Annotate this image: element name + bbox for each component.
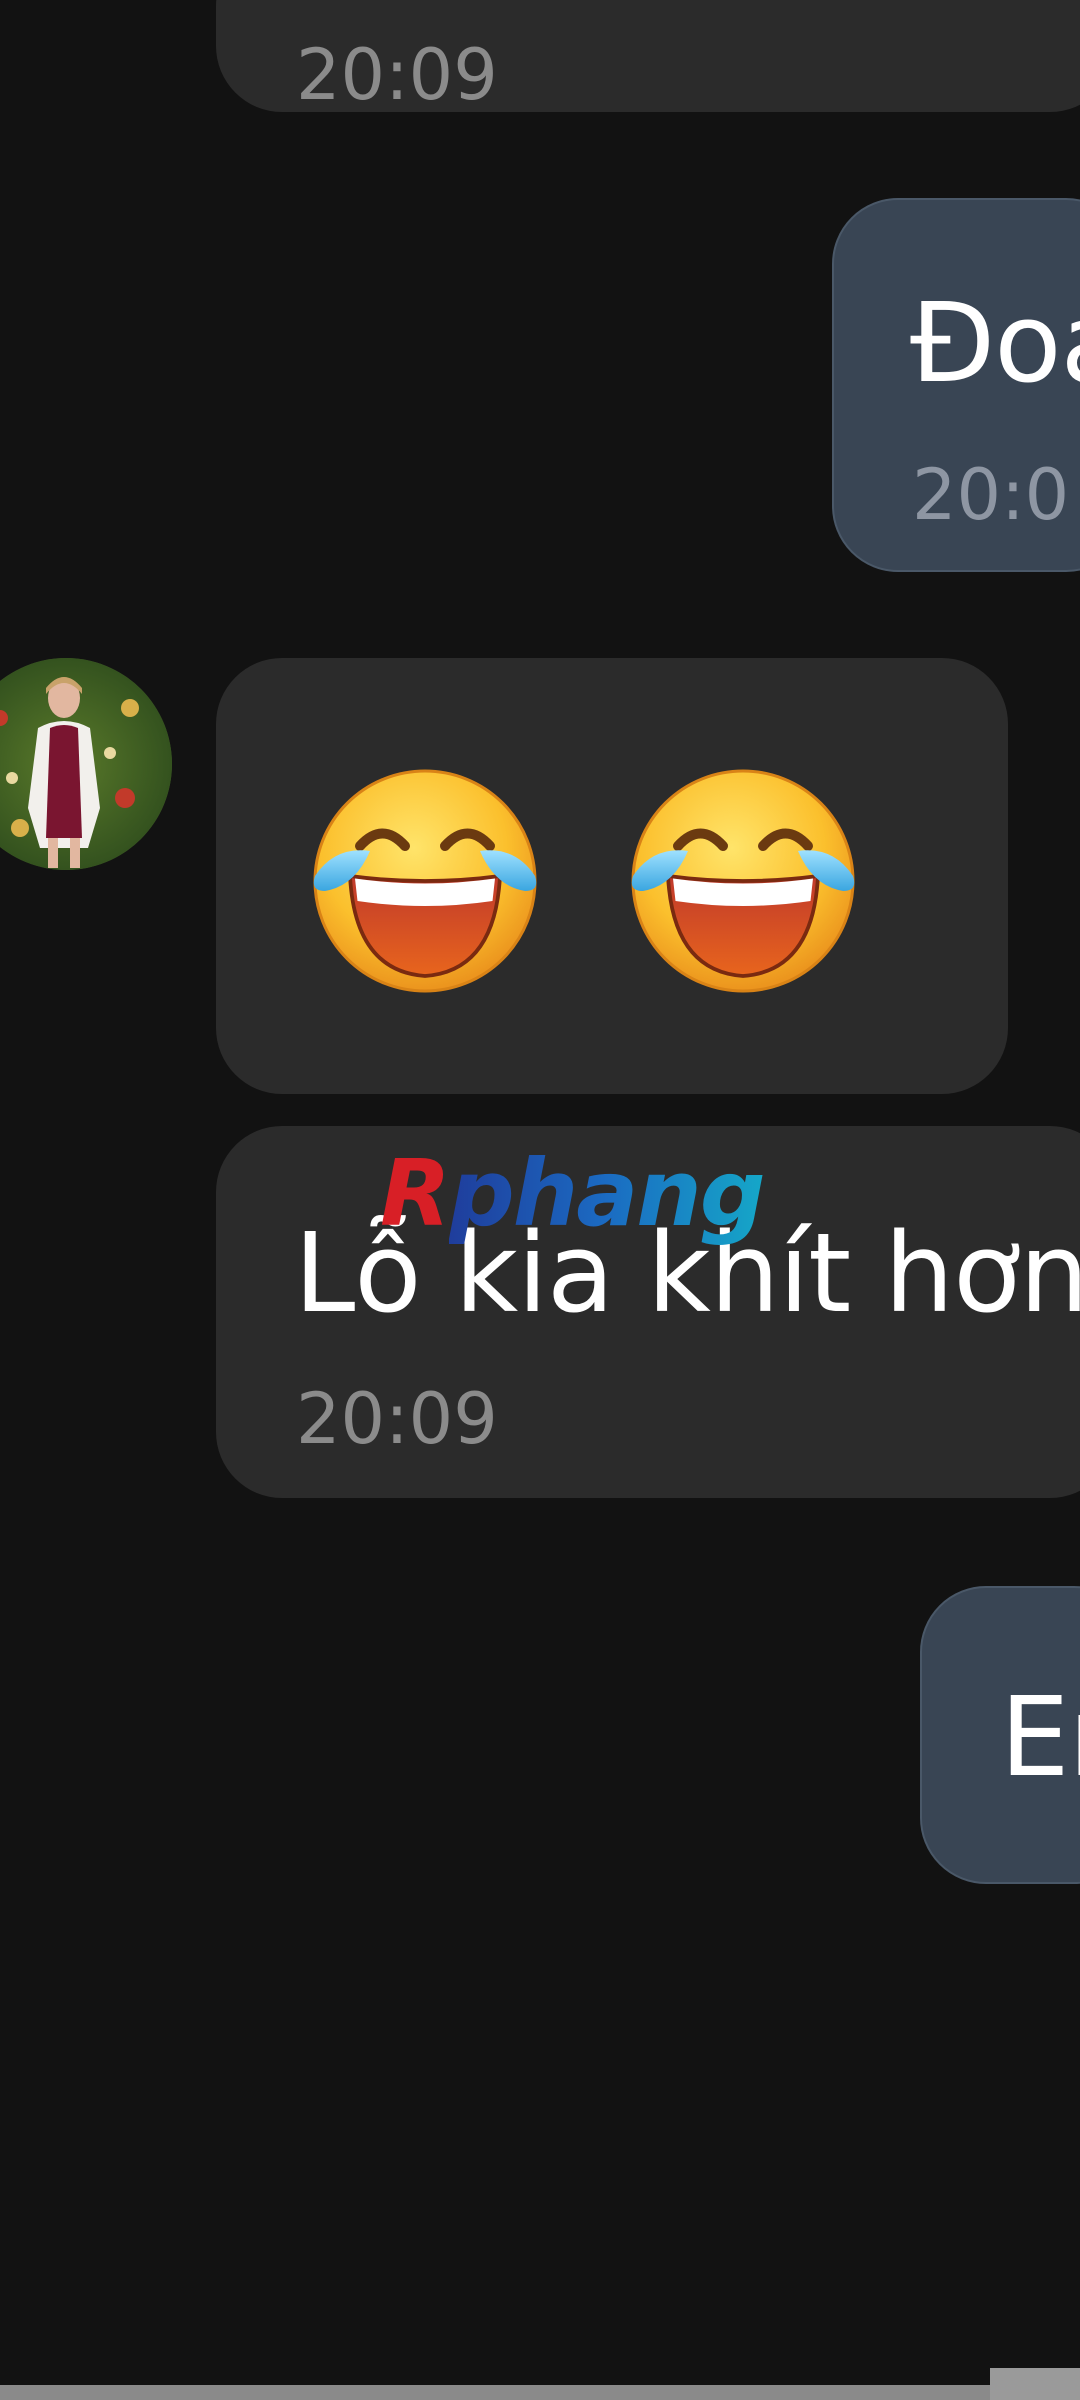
outgoing-message-bubble[interactable]: Er <box>920 1586 1080 1884</box>
incoming-emoji-bubble[interactable] <box>216 658 1008 1094</box>
face-with-tears-of-joy-icon <box>631 769 855 993</box>
message-text: Đoa <box>910 279 1080 407</box>
bottom-navigation-bar <box>0 2385 1080 2400</box>
face-with-tears-of-joy-icon <box>313 769 537 993</box>
message-text: Er <box>1000 1673 1080 1801</box>
message-time: 20:09 <box>296 34 498 116</box>
avatar-photo <box>0 658 172 870</box>
outgoing-message-bubble[interactable]: Đoa 20:0 <box>832 198 1080 572</box>
chat-screen: 20:09 Đoa 20:0 <box>0 0 1080 2400</box>
incoming-message-bubble[interactable]: 20:09 <box>216 0 1080 112</box>
message-text: Lỗ kia khít hơn <box>294 1209 1080 1337</box>
message-time: 20:09 <box>296 1378 498 1460</box>
bottom-bar-handle <box>990 2368 1080 2400</box>
sender-avatar[interactable] <box>0 658 172 870</box>
incoming-message-bubble[interactable]: Lỗ kia khít hơn 20:09 <box>216 1126 1080 1498</box>
message-time: 20:0 <box>912 454 1070 536</box>
